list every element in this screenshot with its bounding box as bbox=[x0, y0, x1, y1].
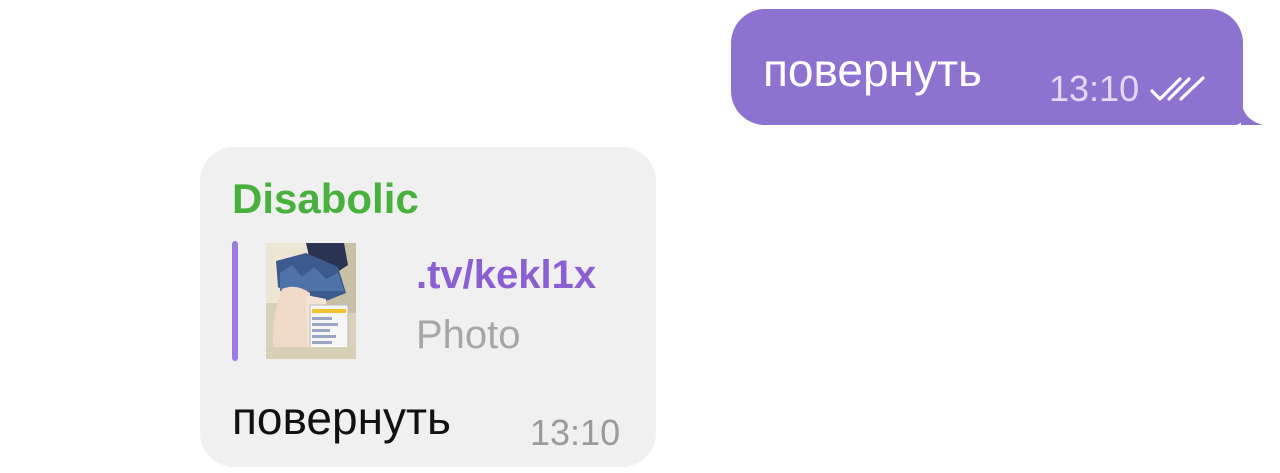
incoming-message-time: 13:10 bbox=[530, 412, 621, 453]
bubble-tail-icon bbox=[1241, 95, 1263, 125]
outgoing-message-time: 13:10 bbox=[1049, 68, 1140, 109]
sender-name[interactable]: Disabolic bbox=[232, 178, 419, 220]
reply-subtitle: Photo bbox=[416, 313, 521, 357]
outgoing-message-meta: 13:10 bbox=[1049, 71, 1207, 107]
incoming-message-text: повернуть bbox=[232, 392, 452, 444]
incoming-message-bubble[interactable]: Disabolic .tv/kekl1x Photo повернуть 13:… bbox=[200, 147, 656, 467]
reply-title: .tv/kekl1x bbox=[416, 253, 597, 297]
chat-view: повернуть 13:10 Disabolic .tv/kekl1x Pho… bbox=[0, 0, 1280, 473]
photo-thumbnail-icon bbox=[266, 243, 356, 359]
outgoing-message-text: повернуть bbox=[763, 44, 983, 96]
outgoing-message-bubble[interactable]: повернуть 13:10 bbox=[731, 9, 1263, 125]
reply-accent-bar bbox=[232, 241, 238, 361]
double-check-icon bbox=[1150, 76, 1205, 101]
reply-photo-thumbnail bbox=[266, 243, 356, 359]
reply-preview[interactable]: .tv/kekl1x Photo bbox=[232, 241, 632, 361]
